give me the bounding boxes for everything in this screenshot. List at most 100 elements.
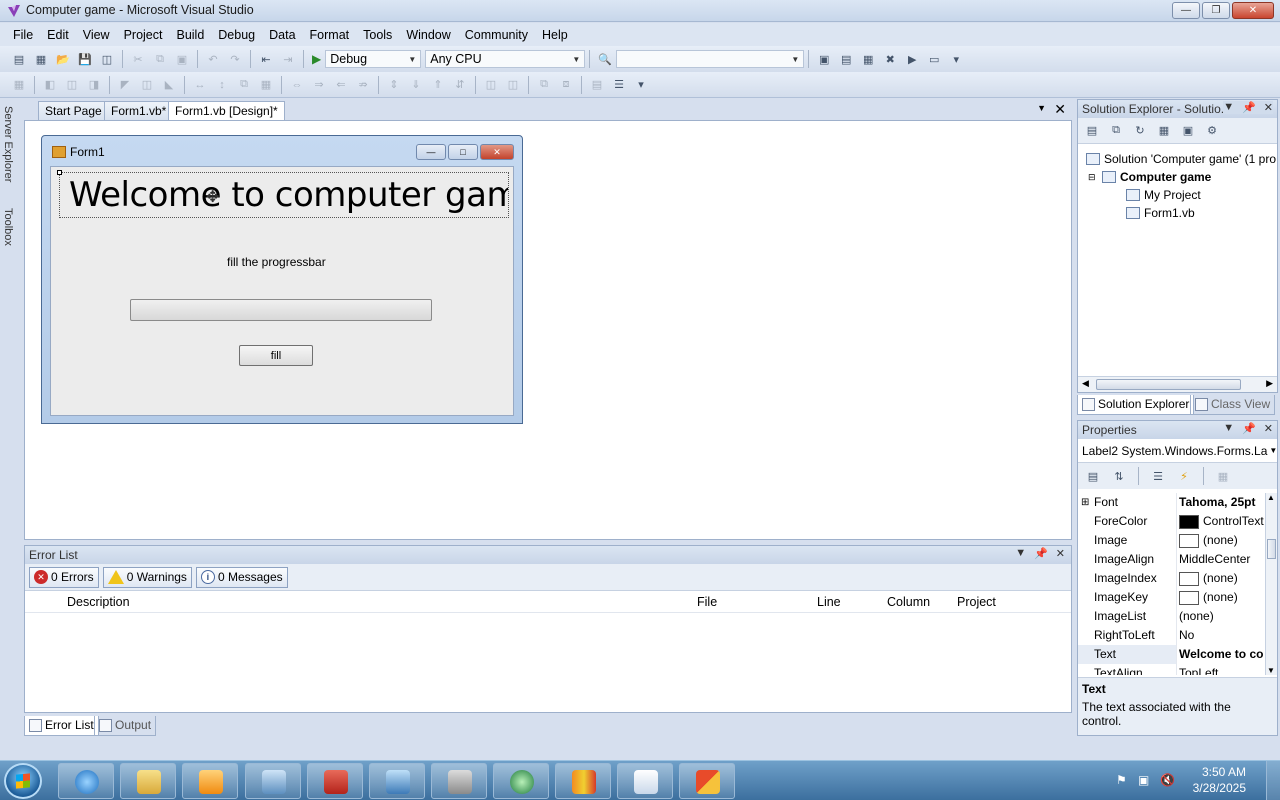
- add-item-icon[interactable]: ▦: [33, 51, 49, 67]
- property-value[interactable]: ControlText: [1176, 512, 1267, 531]
- view-code-icon[interactable]: ▦: [1156, 123, 1172, 139]
- menu-debug[interactable]: Debug: [211, 28, 262, 42]
- start-button[interactable]: [4, 763, 42, 799]
- toolbar-options-icon[interactable]: ▾: [948, 51, 964, 67]
- close-document-icon[interactable]: ✕: [1054, 101, 1066, 118]
- property-row-imageindex[interactable]: ImageIndex (none): [1078, 569, 1267, 588]
- close-panel-icon[interactable]: ✕: [1264, 101, 1273, 114]
- property-row-text[interactable]: Text Welcome to co: [1078, 645, 1267, 664]
- close-panel-icon[interactable]: ✕: [1056, 547, 1065, 560]
- messages-filter-button[interactable]: i 0 Messages: [195, 566, 288, 588]
- vertical-spacing-equal-icon[interactable]: ⇕: [386, 77, 402, 93]
- scroll-down-icon[interactable]: ▼: [1267, 666, 1275, 675]
- align-bottoms-icon[interactable]: ◣: [161, 77, 177, 93]
- tree-node-project[interactable]: ⊟ Computer game: [1088, 170, 1211, 184]
- vertical-scrollbar[interactable]: ▲ ▼: [1265, 493, 1277, 675]
- active-files-dropdown-icon[interactable]: ▼: [1037, 103, 1046, 113]
- redo-icon[interactable]: ↷: [227, 51, 243, 67]
- command-window-icon[interactable]: ▭: [926, 51, 942, 67]
- auto-hide-pin-icon[interactable]: 📌: [1242, 422, 1256, 435]
- properties-icon[interactable]: ▤: [1084, 123, 1100, 139]
- undo-icon[interactable]: ↶: [205, 51, 221, 67]
- properties-view-icon[interactable]: ☰: [1150, 468, 1166, 484]
- tab-error-list[interactable]: Error List: [24, 716, 99, 736]
- menu-edit[interactable]: Edit: [40, 28, 76, 42]
- auto-hide-pin-icon[interactable]: 📌: [1242, 101, 1256, 114]
- property-row-imagealign[interactable]: ImageAlign MiddleCenter: [1078, 550, 1267, 569]
- menu-file[interactable]: File: [6, 28, 40, 42]
- align-to-grid-icon[interactable]: ▦: [11, 77, 27, 93]
- show-desktop-button[interactable]: [1266, 761, 1280, 800]
- tab-output[interactable]: Output: [94, 716, 157, 736]
- tree-node-form1[interactable]: Form1.vb: [1126, 206, 1195, 220]
- property-row-font[interactable]: ⊞ Font Tahoma, 25pt: [1078, 493, 1267, 512]
- restore-button[interactable]: ❐: [1202, 2, 1230, 19]
- collapse-icon[interactable]: ⊟: [1088, 172, 1098, 183]
- selection-handle[interactable]: [57, 170, 62, 175]
- align-lefts-icon[interactable]: ◧: [42, 77, 58, 93]
- close-button[interactable]: ✕: [1232, 2, 1274, 19]
- property-row-image[interactable]: Image (none): [1078, 531, 1267, 550]
- make-same-height-icon[interactable]: ↕: [214, 77, 230, 93]
- property-row-imagelist[interactable]: ImageList (none): [1078, 607, 1267, 626]
- menu-community[interactable]: Community: [458, 28, 535, 42]
- close-panel-icon[interactable]: ✕: [1264, 422, 1273, 435]
- taskbar-visual-studio-express[interactable]: [555, 763, 611, 799]
- property-value[interactable]: (none): [1176, 607, 1267, 626]
- menu-window[interactable]: Window: [399, 28, 457, 42]
- taskbar-office[interactable]: [679, 763, 735, 799]
- property-pages-icon[interactable]: ▦: [1215, 468, 1231, 484]
- vertical-spacing-increase-icon[interactable]: ⇓: [408, 77, 424, 93]
- view-designer-icon[interactable]: ▣: [1180, 123, 1196, 139]
- expand-icon[interactable]: ⊞: [1081, 497, 1089, 508]
- start-debugging-icon[interactable]: ▶: [312, 52, 321, 66]
- horizontal-spacing-increase-icon[interactable]: ⇒: [311, 77, 327, 93]
- property-value[interactable]: (none): [1176, 569, 1267, 588]
- scroll-thumb[interactable]: [1096, 379, 1241, 390]
- scroll-right-icon[interactable]: ▶: [1266, 378, 1273, 389]
- show-all-files-icon[interactable]: ⧉: [1108, 123, 1124, 139]
- toolbox-icon[interactable]: ✖: [882, 51, 898, 67]
- taskbar-toolbox-app[interactable]: [307, 763, 363, 799]
- size-to-grid-icon[interactable]: ▦: [258, 77, 274, 93]
- network-status-icon[interactable]: ▣: [1138, 773, 1154, 789]
- column-file[interactable]: File: [697, 595, 717, 609]
- property-row-forecolor[interactable]: ForeColor ControlText: [1078, 512, 1267, 531]
- align-rights-icon[interactable]: ◨: [86, 77, 102, 93]
- align-middles-icon[interactable]: ◫: [139, 77, 155, 93]
- copy-icon[interactable]: ⧉: [152, 51, 168, 67]
- save-icon[interactable]: 💾: [77, 51, 93, 67]
- volume-muted-icon[interactable]: 🔇: [1160, 773, 1176, 789]
- scroll-thumb[interactable]: [1267, 539, 1276, 559]
- tab-form1-code[interactable]: Form1.vb*: [104, 101, 174, 120]
- menu-view[interactable]: View: [76, 28, 117, 42]
- horizontal-spacing-equal-icon[interactable]: ⇔: [289, 77, 305, 93]
- align-tops-icon[interactable]: ◤: [117, 77, 133, 93]
- solution-explorer-icon[interactable]: ▣: [816, 51, 832, 67]
- property-row-imagekey[interactable]: ImageKey (none): [1078, 588, 1267, 607]
- tab-start-page[interactable]: Start Page: [38, 101, 109, 120]
- tab-solution-explorer[interactable]: Solution Explorer: [1077, 395, 1195, 415]
- welcome-label[interactable]: Welcome to computer game: [59, 172, 509, 218]
- toolbar-options-icon[interactable]: ▾: [633, 77, 649, 93]
- tree-node-solution[interactable]: Solution 'Computer game' (1 pro: [1086, 152, 1276, 166]
- taskbar-installer[interactable]: [431, 763, 487, 799]
- align-centers-icon[interactable]: ◫: [64, 77, 80, 93]
- cut-icon[interactable]: ✂: [130, 51, 146, 67]
- form1-window[interactable]: Form1 — □ ✕ Welcome to computer game ✥ f…: [41, 135, 523, 424]
- menu-tools[interactable]: Tools: [356, 28, 399, 42]
- solution-platform-combo[interactable]: Any CPU ▼: [425, 50, 586, 68]
- column-column[interactable]: Column: [887, 595, 930, 609]
- save-all-icon[interactable]: ◫: [99, 51, 115, 67]
- column-project[interactable]: Project: [957, 595, 996, 609]
- open-file-icon[interactable]: 📂: [55, 51, 71, 67]
- taskbar-document[interactable]: [617, 763, 673, 799]
- menu-data[interactable]: Data: [262, 28, 302, 42]
- bring-to-front-icon[interactable]: ⧉: [536, 77, 552, 93]
- send-to-back-icon[interactable]: ⧈: [558, 77, 574, 93]
- taskbar-internet-explorer[interactable]: [58, 763, 114, 799]
- server-explorer-tab[interactable]: Server Explorer: [2, 106, 14, 182]
- window-position-icon[interactable]: ▼: [1015, 547, 1026, 560]
- minimize-button[interactable]: —: [1172, 2, 1200, 19]
- find-in-files-icon[interactable]: 🔍: [597, 51, 613, 67]
